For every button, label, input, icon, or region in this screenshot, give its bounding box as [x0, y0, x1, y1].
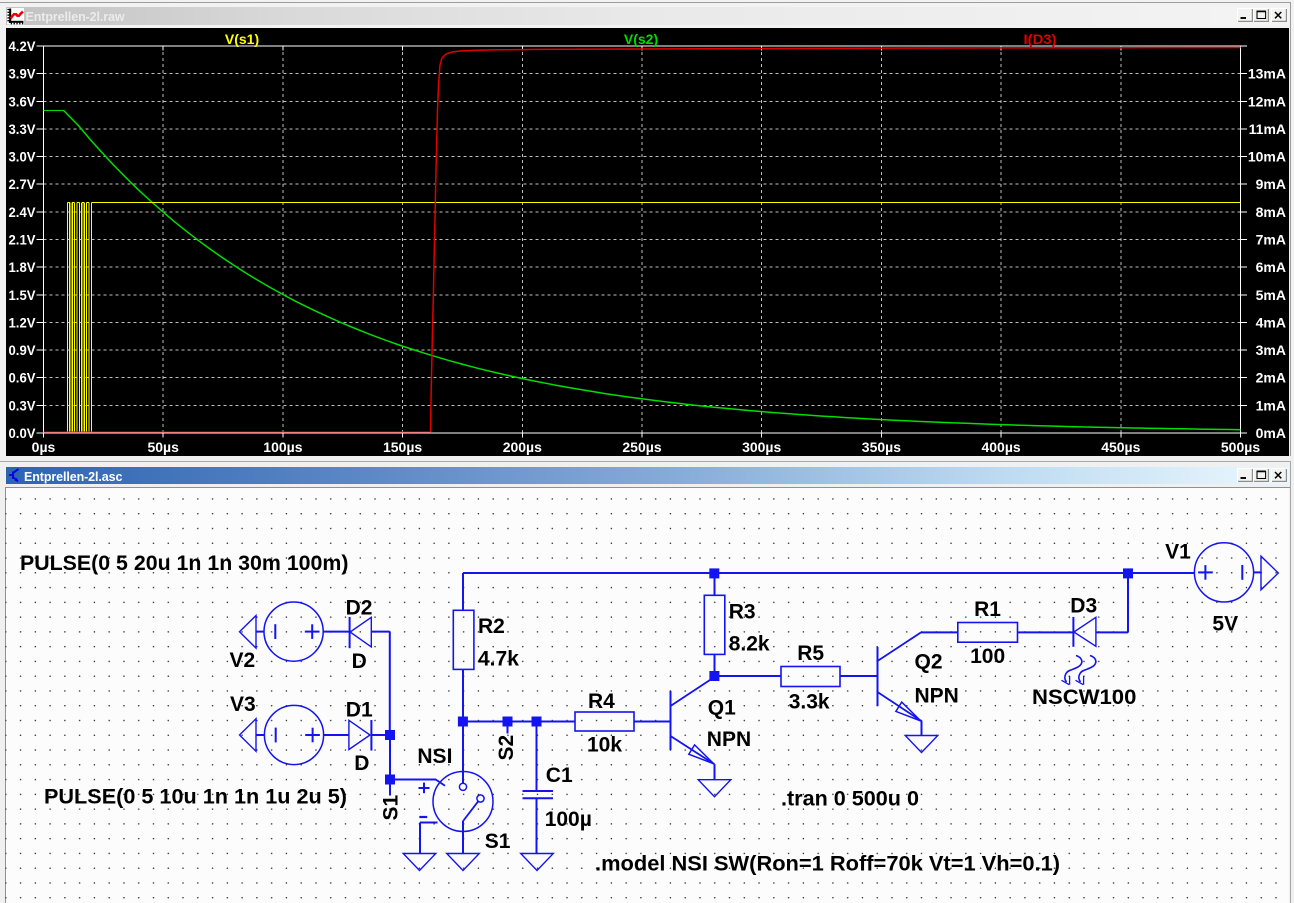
svg-text:S1: S1 — [485, 830, 511, 853]
svg-text:300µs: 300µs — [742, 439, 781, 455]
svg-text:R2: R2 — [478, 615, 505, 638]
svg-text:D1: D1 — [346, 699, 373, 722]
svg-text:R1: R1 — [974, 598, 1001, 621]
svg-text:0µs: 0µs — [32, 439, 56, 455]
svg-text:5mA: 5mA — [1256, 287, 1286, 303]
svg-text:.tran 0 500u 0: .tran 0 500u 0 — [781, 788, 919, 811]
svg-text:450µs: 450µs — [1101, 439, 1140, 455]
svg-text:PULSE(0 5 10u 1n 1n 1u 2u 5): PULSE(0 5 10u 1n 1n 1u 2u 5) — [44, 786, 347, 809]
svg-text:V1: V1 — [1165, 540, 1191, 563]
svg-text:5V: 5V — [1212, 613, 1238, 636]
svg-text:R5: R5 — [797, 642, 824, 665]
svg-text:10k: 10k — [587, 734, 622, 757]
svg-text:D3: D3 — [1070, 595, 1097, 618]
svg-text:150µs: 150µs — [383, 439, 422, 455]
svg-text:0.9V: 0.9V — [9, 342, 37, 358]
svg-text:3.3k: 3.3k — [789, 691, 830, 714]
svg-text:1.8V: 1.8V — [9, 259, 37, 275]
svg-text:250µs: 250µs — [622, 439, 661, 455]
svg-text:8.2k: 8.2k — [729, 633, 770, 656]
svg-text:4.2V: 4.2V — [9, 38, 37, 54]
svg-text:2.7V: 2.7V — [9, 176, 37, 192]
svg-text:100: 100 — [970, 645, 1005, 668]
svg-text:200µs: 200µs — [503, 439, 542, 455]
svg-text:I(D3): I(D3) — [1024, 31, 1057, 47]
svg-text:2.1V: 2.1V — [9, 232, 37, 248]
svg-text:Q2: Q2 — [915, 651, 943, 674]
svg-text:V(s1): V(s1) — [225, 31, 259, 47]
svg-text:2.4V: 2.4V — [9, 204, 37, 220]
svg-text:1mA: 1mA — [1256, 397, 1286, 413]
svg-text:Q1: Q1 — [708, 697, 736, 720]
svg-text:2mA: 2mA — [1256, 370, 1286, 386]
svg-text:3mA: 3mA — [1256, 342, 1286, 358]
svg-text:3.0V: 3.0V — [9, 149, 37, 165]
svg-text:500µs: 500µs — [1221, 439, 1260, 455]
svg-text:D: D — [352, 650, 367, 673]
svg-text:NSI: NSI — [417, 745, 452, 768]
svg-text:11mA: 11mA — [1249, 121, 1286, 137]
svg-text:.model NSI SW(Ron=1 Roff=70k V: .model NSI SW(Ron=1 Roff=70k Vt=1 Vh=0.1… — [595, 853, 1060, 876]
svg-text:6mA: 6mA — [1256, 259, 1286, 275]
svg-text:350µs: 350µs — [862, 439, 901, 455]
svg-text:4.7k: 4.7k — [478, 648, 519, 671]
svg-text:4mA: 4mA — [1256, 314, 1286, 330]
svg-text:1.2V: 1.2V — [9, 314, 37, 330]
svg-text:400µs: 400µs — [981, 439, 1020, 455]
svg-text:V3: V3 — [230, 693, 256, 716]
svg-text:0.6V: 0.6V — [9, 370, 37, 386]
svg-text:9mA: 9mA — [1256, 176, 1286, 192]
svg-text:13mA: 13mA — [1248, 66, 1286, 82]
svg-text:1.5V: 1.5V — [9, 287, 37, 303]
svg-text:0mA: 0mA — [1256, 425, 1286, 441]
svg-text:R4: R4 — [588, 690, 615, 713]
svg-text:100µ: 100µ — [545, 808, 592, 831]
svg-text:12mA: 12mA — [1248, 93, 1286, 109]
svg-text:8mA: 8mA — [1256, 204, 1286, 220]
svg-text:NPN: NPN — [707, 728, 751, 751]
svg-text:PULSE(0 5 20u 1n 1n 30m 100m): PULSE(0 5 20u 1n 1n 30m 100m) — [20, 552, 349, 575]
svg-text:D: D — [354, 752, 369, 775]
svg-text:50µs: 50µs — [147, 439, 179, 455]
svg-text:7mA: 7mA — [1256, 232, 1286, 248]
svg-text:V2: V2 — [230, 649, 256, 672]
svg-text:10mA: 10mA — [1248, 149, 1286, 165]
svg-text:S1: S1 — [379, 794, 402, 820]
svg-text:NSCW100: NSCW100 — [1032, 686, 1136, 709]
svg-text:0.3V: 0.3V — [9, 397, 37, 413]
svg-text:C1: C1 — [546, 764, 573, 787]
svg-text:3.3V: 3.3V — [9, 121, 37, 137]
svg-text:D2: D2 — [346, 597, 373, 620]
svg-text:S2: S2 — [495, 735, 518, 761]
svg-text:3.9V: 3.9V — [9, 66, 37, 82]
svg-text:R3: R3 — [729, 601, 756, 624]
svg-text:V(s2): V(s2) — [624, 31, 658, 47]
svg-text:NPN: NPN — [915, 685, 959, 708]
svg-text:3.6V: 3.6V — [9, 93, 37, 109]
svg-text:100µs: 100µs — [263, 439, 302, 455]
